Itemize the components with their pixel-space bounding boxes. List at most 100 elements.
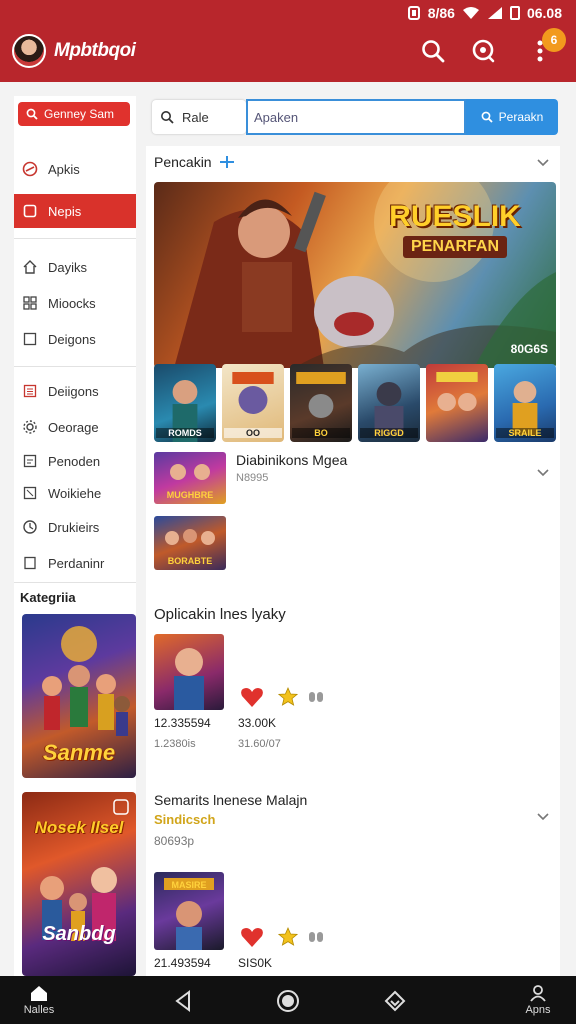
game-thumbnail[interactable]: MASIRE <box>154 872 224 950</box>
search-scope-box[interactable]: Rale <box>152 100 246 134</box>
game-thumbnail[interactable] <box>154 634 224 710</box>
poster-title: Sanme <box>42 740 116 765</box>
sidebar-divider <box>14 582 136 583</box>
square-icon <box>22 203 38 219</box>
thumbnail-caption: ROMDS <box>156 428 214 438</box>
category-poster-2[interactable]: Nosek Ilsel Sanbdg <box>22 792 136 976</box>
search-icon <box>161 111 174 124</box>
search-scope-label: Rale <box>182 109 209 125</box>
game-thumbnail-caption: MASIRE <box>171 880 207 890</box>
more-icon[interactable] <box>308 931 324 943</box>
game-thumbnail[interactable]: BORABTE <box>154 516 226 570</box>
stat-downloads: 12.335594 <box>154 716 211 730</box>
sidebar-item-penoden[interactable]: Penoden <box>14 444 136 478</box>
thumbnail-item[interactable]: ROMDS <box>154 364 216 442</box>
sidebar-item-label: Mioocks <box>48 295 96 311</box>
profile-icon <box>530 985 546 1002</box>
thumbnail-item[interactable]: SRAILE <box>494 364 556 442</box>
nav-home[interactable]: Nalles <box>14 976 64 1024</box>
note-icon <box>22 485 38 501</box>
sidebar-item-perdaninr[interactable]: Perdaninr <box>14 546 136 580</box>
stat-likes: SIS0K <box>238 956 273 970</box>
search-button[interactable]: Peraakn <box>466 99 558 135</box>
game-info: Diabinikons Mgea N8995 <box>236 452 347 504</box>
game-list-item[interactable] <box>154 634 224 710</box>
sidebar-item-label: Drukieirs <box>48 519 100 535</box>
thumbnail-item[interactable]: OO <box>222 364 284 442</box>
section-meta: 80693p <box>154 834 195 848</box>
star-icon[interactable] <box>278 687 298 707</box>
sim-icon <box>509 6 520 20</box>
game-title: Diabinikons Mgea <box>236 452 348 468</box>
sidebar-primary-button[interactable]: Genney Sam <box>18 102 130 126</box>
status-bar: 8/86 06.08 <box>407 4 562 22</box>
banner-title-line2: PENARFAN <box>402 236 507 258</box>
game-list-item[interactable]: BORABTE <box>154 516 226 570</box>
star-icon[interactable] <box>278 927 298 947</box>
thumbnail-caption: RIGGD <box>360 428 418 438</box>
game-thumbnail-caption: MUGHBRE <box>166 490 214 500</box>
signal-icon <box>487 7 502 19</box>
thumbnail-item[interactable] <box>426 364 488 442</box>
featured-thumbnails: ROMDS OO BO RIGGD SRAILE <box>154 364 556 442</box>
stat-likes: 33.00K <box>238 716 277 730</box>
bottom-navigation: Nalles Apns <box>0 976 576 1024</box>
search-input[interactable] <box>246 99 466 135</box>
game-list-item[interactable]: MUGHBRE Diabinikons Mgea N8995 <box>154 452 347 504</box>
game-subtitle: N8995 <box>236 472 269 484</box>
banner-title-line1: RUESLIK <box>389 200 521 233</box>
featured-banner[interactable]: RUESLIK PENARFAN 80G6S <box>154 182 556 368</box>
sidebar-item-label: Penoden <box>48 453 101 469</box>
search-icon[interactable] <box>420 38 446 64</box>
category-heading: Kategriia <box>20 590 76 605</box>
heart-icon[interactable] <box>240 926 264 948</box>
target-icon <box>22 161 38 177</box>
nav-profile-label: Apns <box>525 1004 551 1016</box>
sidebar-item-dayiks[interactable]: Dayiks <box>14 250 136 284</box>
section-subheading: Sindicsch <box>154 812 216 827</box>
app-brand[interactable]: Mpbtbqoi <box>12 34 136 68</box>
wifi-icon <box>462 7 479 19</box>
game-art <box>436 372 478 411</box>
home-circle-icon[interactable] <box>276 989 300 1013</box>
grid-icon <box>22 295 38 311</box>
section-heading: Semarits lnenese Malajn <box>154 792 308 808</box>
sidebar-item-nepis[interactable]: Nepis <box>14 194 136 228</box>
more-icon[interactable] <box>308 691 324 703</box>
nav-profile[interactable]: Apns <box>516 976 560 1024</box>
sidebar-item-woikiehe[interactable]: Woikiehe <box>14 476 136 510</box>
notification-badge[interactable]: 6 <box>542 28 566 52</box>
featured-heading: Pencakin <box>154 154 212 170</box>
category-poster-1[interactable]: Sanme <box>22 614 136 778</box>
doc-icon <box>22 453 38 469</box>
home-icon <box>31 986 47 1001</box>
thumbnail-item[interactable]: BO <box>290 364 352 442</box>
sidebar-item-drukieirs[interactable]: Drukieirs <box>14 510 136 544</box>
sidebar-item-oeorage[interactable]: Oeorage <box>14 410 136 444</box>
sidebar-item-deiigons[interactable]: Deiigons <box>14 374 136 408</box>
sidebar-divider <box>14 238 136 239</box>
sidebar-item-label: Apkis <box>48 161 80 177</box>
sidebar-item-apkis[interactable]: Apkis <box>14 152 136 186</box>
sidebar: Genney Sam Apkis Nepis Dayiks Mioocks De… <box>14 96 136 976</box>
discover-icon[interactable] <box>470 38 496 64</box>
page-icon <box>22 555 38 571</box>
chevron-down-icon[interactable] <box>536 810 550 824</box>
sidebar-item-deigons[interactable]: Deigons <box>14 322 136 356</box>
chevron-down-icon[interactable] <box>536 156 550 170</box>
list-icon <box>22 383 38 399</box>
sidebar-item-label: Oeorage <box>48 419 99 435</box>
poster-title: Sanbdg <box>42 923 116 945</box>
sidebar-item-mioocks[interactable]: Mioocks <box>14 286 136 320</box>
sidebar-divider <box>14 366 136 367</box>
recents-icon[interactable] <box>384 990 406 1012</box>
avatar[interactable] <box>12 34 46 68</box>
thumbnail-item[interactable]: RIGGD <box>358 364 420 442</box>
sidebar-item-label: Dayiks <box>48 259 88 275</box>
game-thumbnail[interactable]: MUGHBRE <box>154 452 226 504</box>
sidebar-item-label: Nepis <box>48 203 82 219</box>
heart-icon[interactable] <box>240 686 264 708</box>
back-icon[interactable] <box>174 990 192 1012</box>
chevron-down-icon[interactable] <box>536 466 550 480</box>
game-list-item[interactable]: MASIRE <box>154 872 224 950</box>
